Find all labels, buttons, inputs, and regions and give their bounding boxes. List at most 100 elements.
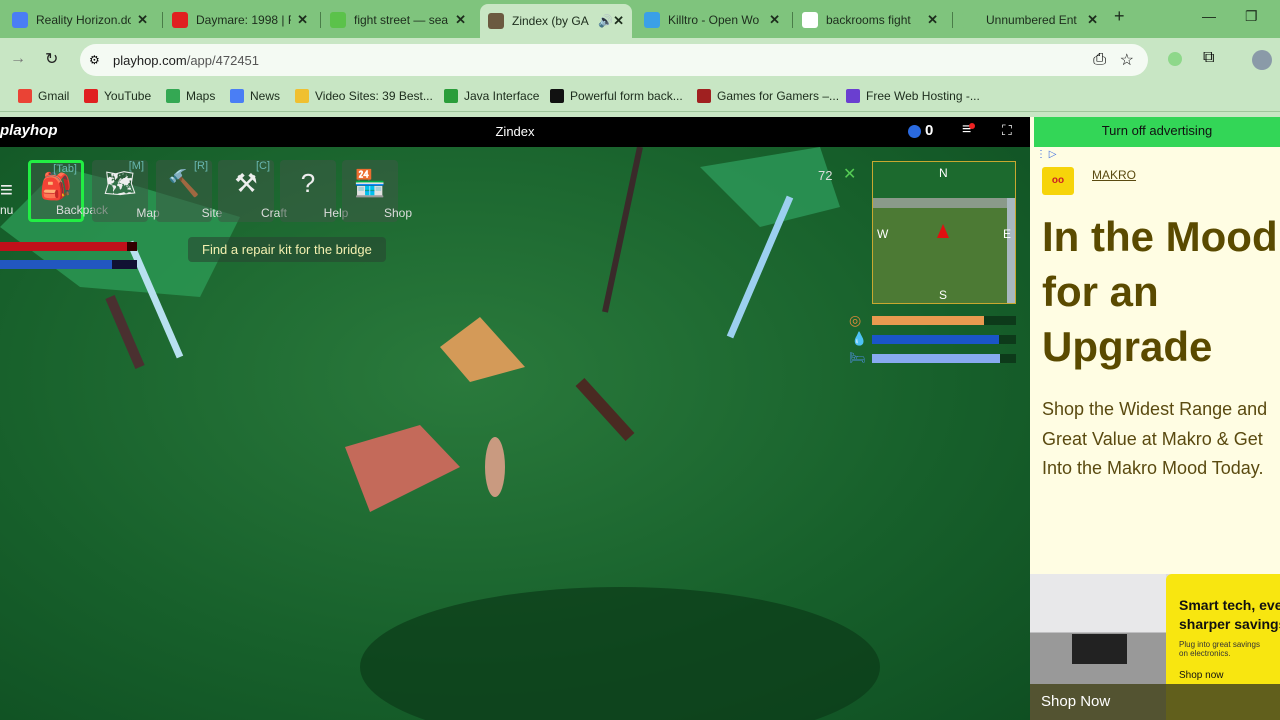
bookmark-label: Java Interface bbox=[464, 89, 540, 103]
hotkey-label: [R] bbox=[193, 160, 208, 172]
craft-icon: ⚒ bbox=[234, 168, 258, 198]
bookmark-label: Gmail bbox=[38, 89, 70, 103]
hunger-bar bbox=[872, 316, 1016, 325]
url-path: /app/472451 bbox=[186, 52, 260, 68]
shop-now-button[interactable]: Shop Now bbox=[1030, 684, 1280, 720]
profile-avatar[interactable] bbox=[1252, 50, 1272, 70]
bookmark-item[interactable]: Powerful form back... bbox=[550, 89, 683, 103]
map-icon: 🗺 bbox=[103, 168, 137, 198]
bookmark-item[interactable]: Gmail bbox=[18, 89, 69, 103]
bookmark-item[interactable]: Free Web Hosting -... bbox=[846, 89, 980, 103]
bookmark-item[interactable]: Games for Gamers –... bbox=[697, 89, 839, 103]
close-tab-icon[interactable]: ✕ bbox=[613, 13, 624, 29]
banner-cta[interactable]: Shop now bbox=[1179, 670, 1280, 681]
extensions-icon[interactable]: ⧉ bbox=[1203, 49, 1214, 67]
bookmark-item[interactable]: Java Interface bbox=[444, 89, 539, 103]
browser-tab[interactable]: Unnumbered Ent ✕ bbox=[954, 6, 1106, 34]
notifications-menu-icon[interactable]: ≡ bbox=[962, 121, 976, 139]
player-character bbox=[485, 437, 505, 497]
close-tab-icon[interactable]: ✕ bbox=[137, 12, 148, 28]
coin-count: 0 bbox=[925, 122, 934, 139]
enemy-count: 72 bbox=[818, 168, 833, 183]
close-tab-icon[interactable]: ✕ bbox=[927, 12, 938, 28]
hud-button-map[interactable]: [M] 🗺 Map bbox=[92, 160, 160, 222]
frog-icon bbox=[330, 12, 346, 28]
bookmark-favicon-icon bbox=[295, 89, 309, 103]
browser-tab[interactable]: Zindex (by GA 🔊 ✕ bbox=[480, 4, 632, 38]
bookmark-item[interactable]: Maps bbox=[166, 89, 215, 103]
site-icon: 🔨 bbox=[167, 168, 201, 198]
stamina-bar bbox=[0, 260, 137, 269]
ad-panel: Turn off advertising ⋮ ▷ oo MAKRO In the… bbox=[1030, 117, 1280, 720]
bookmark-label: Maps bbox=[186, 89, 216, 103]
game-icon bbox=[488, 13, 504, 29]
hud-button-craft[interactable]: [C] ⚒ Craft bbox=[218, 160, 287, 222]
browser-tab[interactable]: fight street — sea ✕ bbox=[322, 6, 474, 34]
audio-icon[interactable]: 🔊 bbox=[598, 14, 613, 28]
close-tab-icon[interactable]: ✕ bbox=[455, 12, 466, 28]
tent bbox=[345, 425, 460, 512]
brain-icon bbox=[962, 12, 978, 28]
tab-title: Killtro - Open Wo bbox=[668, 13, 760, 27]
ad-body: Shop the Widest Range and Great Value at… bbox=[1042, 399, 1268, 478]
restore-icon[interactable]: ❐ bbox=[1245, 8, 1258, 25]
shop-icon: 🏪 bbox=[353, 168, 387, 198]
tab-title: fight street — sea bbox=[354, 13, 449, 27]
turn-off-advertising-button[interactable]: Turn off advertising bbox=[1034, 117, 1280, 147]
bookmark-favicon-icon bbox=[697, 89, 711, 103]
close-tab-icon[interactable]: ✕ bbox=[769, 12, 780, 28]
game-viewport[interactable]: ≡ nu [Tab] 🎒 Backpack [M] 🗺 Map [R] 🔨 Site [C] ⚒ Cra… bbox=[0, 147, 1030, 720]
hud-button-backpack[interactable]: [Tab] 🎒 Backpack bbox=[28, 160, 108, 222]
ad-choices-icon[interactable]: ⋮ ▷ bbox=[1036, 149, 1056, 160]
browser-tab[interactable]: backrooms fight ✕ bbox=[794, 6, 946, 34]
hud-button-label: Shop bbox=[383, 206, 413, 220]
bookmark-star-icon[interactable]: ☆ bbox=[1120, 50, 1134, 70]
hotkey-label: [Tab] bbox=[53, 163, 77, 175]
bookmark-label: YouTube bbox=[104, 89, 152, 103]
new-tab-icon[interactable]: + bbox=[1114, 6, 1125, 27]
hud-button-help[interactable]: ? Help bbox=[280, 160, 348, 222]
compass-west: W bbox=[877, 227, 889, 241]
close-tab-icon[interactable]: ✕ bbox=[297, 12, 308, 28]
extension-frog-icon[interactable] bbox=[1168, 52, 1182, 66]
ad-headline[interactable]: In the Mood for an Upgrade bbox=[1042, 209, 1280, 374]
install-icon[interactable]: ⎙ bbox=[1093, 51, 1106, 69]
browser-tab[interactable]: Killtro - Open Wo ✕ bbox=[636, 6, 788, 34]
health-bar bbox=[0, 242, 137, 251]
hotkey-label: [M] bbox=[128, 160, 144, 172]
minimap[interactable]: N W E S bbox=[872, 161, 1016, 304]
minimize-icon[interactable]: — bbox=[1202, 8, 1216, 24]
bookmark-label: Powerful form back... bbox=[570, 89, 683, 103]
menu-button[interactable]: ≡ nu bbox=[0, 177, 13, 217]
bookmark-item[interactable]: YouTube bbox=[84, 89, 151, 103]
ad-banner[interactable]: Smart tech, even sharper savings Plug in… bbox=[1030, 574, 1280, 720]
banner-title: Smart tech, even sharper savings bbox=[1179, 597, 1280, 632]
tent bbox=[440, 317, 525, 382]
tab-title: backrooms fight bbox=[826, 13, 911, 27]
forward-icon[interactable]: → bbox=[10, 50, 26, 68]
close-tab-icon[interactable]: ✕ bbox=[1087, 12, 1098, 28]
fullscreen-icon[interactable]: ⛶ bbox=[1002, 122, 1012, 139]
enemy-marker-icon: ✕ bbox=[843, 166, 857, 183]
bookmark-item[interactable]: Video Sites: 39 Best... bbox=[295, 89, 433, 103]
ad-brand[interactable]: MAKRO bbox=[1092, 168, 1136, 182]
browser-tab[interactable]: Reality Horizon.do ✕ bbox=[4, 6, 156, 34]
player-arrow-icon bbox=[937, 224, 949, 238]
google-icon bbox=[802, 12, 818, 28]
bookmark-favicon-icon bbox=[444, 89, 458, 103]
quest-objective: Find a repair kit for the bridge bbox=[188, 237, 386, 262]
help-icon: ? bbox=[300, 168, 316, 198]
browser-tab[interactable]: Daymare: 1998 | F ✕ bbox=[164, 6, 316, 34]
hud-button-shop[interactable]: 🏪 Shop bbox=[342, 160, 412, 222]
play-store-icon bbox=[644, 12, 660, 28]
address-bar[interactable]: ⚙ playhop.com/app/472451 ⎙ ☆ bbox=[80, 44, 1148, 76]
tab-separator bbox=[792, 12, 793, 28]
hud-button-site[interactable]: [R] 🔨 Site bbox=[156, 160, 222, 222]
bookmark-item[interactable]: News bbox=[230, 89, 280, 103]
bookmarks-bar: Gmail YouTube Maps News Video Sites: 39 Best… bbox=[0, 82, 1280, 112]
site-info-icon[interactable]: ⚙ bbox=[89, 53, 100, 67]
reload-icon[interactable]: ↻ bbox=[45, 49, 58, 69]
bookmark-favicon-icon bbox=[550, 89, 564, 103]
tab-separator bbox=[162, 12, 163, 28]
sleep-icon: 🛏 bbox=[849, 350, 866, 365]
